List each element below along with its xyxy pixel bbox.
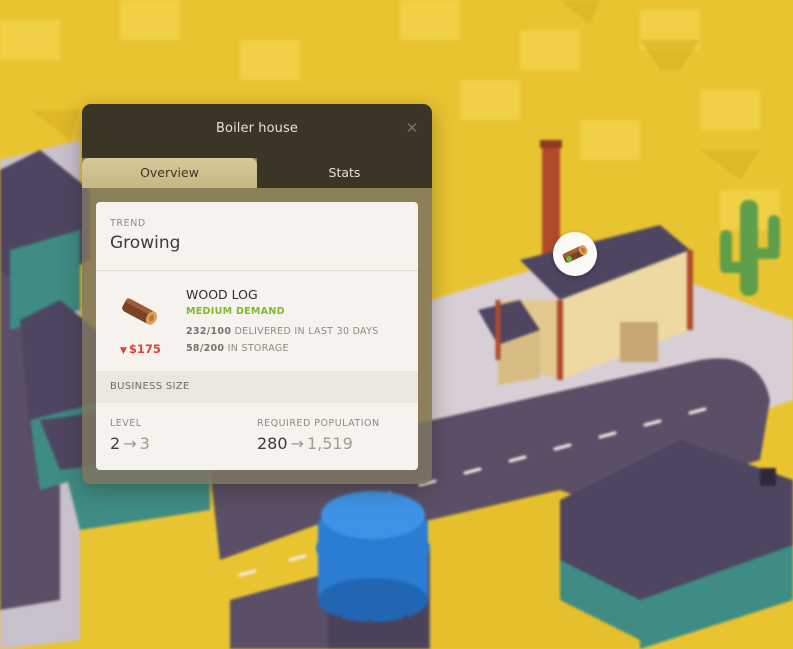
population-next: 1,519 [306,434,353,453]
level-current: 2 [110,434,121,453]
trend-value: Growing [110,233,181,253]
tab-stats[interactable]: Stats [257,158,432,188]
population-label: REQUIRED POPULATION [257,418,380,429]
close-icon[interactable]: ✕ [402,118,422,138]
level-value: 2 → 3 [110,434,150,453]
delivered-text: DELIVERED IN LAST 30 DAYS [234,326,379,337]
storage-amount: 58/200 [186,343,225,354]
level-next: 3 [139,434,150,453]
arrow-right-icon: → [123,434,137,453]
trend-label: TREND [110,218,146,229]
delivered-amount: 232/100 [186,326,232,337]
population-value: 280 → 1,519 [257,434,353,453]
business-size-label: BUSINESS SIZE [110,381,190,392]
demand-level: MEDIUM DEMAND [186,306,285,317]
wood-log-icon [562,245,588,263]
overview-card: TREND Growing ▼ $175 WOOD LOG MEDIUM DEMA… [96,202,418,470]
divider [96,270,418,271]
price-change: ▼ $175 [120,342,161,356]
panel-header: Boiler house ✕ [82,104,432,158]
level-label: LEVEL [110,418,142,429]
storage-text: IN STORAGE [227,343,289,354]
wood-log-icon [122,298,157,325]
building-resource-bubble[interactable] [553,232,597,276]
status-dot [566,256,572,262]
panel-title: Boiler house [216,121,298,136]
building-info-panel: Boiler house ✕ Overview Stats TREND Grow… [82,104,432,484]
delivered-stat: 232/100 DELIVERED IN LAST 30 DAYS [186,326,379,337]
tab-overview[interactable]: Overview [82,158,257,188]
arrow-right-icon: → [290,434,304,453]
price-value: $175 [128,342,161,356]
down-triangle-icon: ▼ [120,346,127,356]
population-current: 280 [257,434,288,453]
business-size-header: BUSINESS SIZE [96,371,418,403]
storage-stat: 58/200 IN STORAGE [186,343,289,354]
resource-name: WOOD LOG [186,287,258,302]
